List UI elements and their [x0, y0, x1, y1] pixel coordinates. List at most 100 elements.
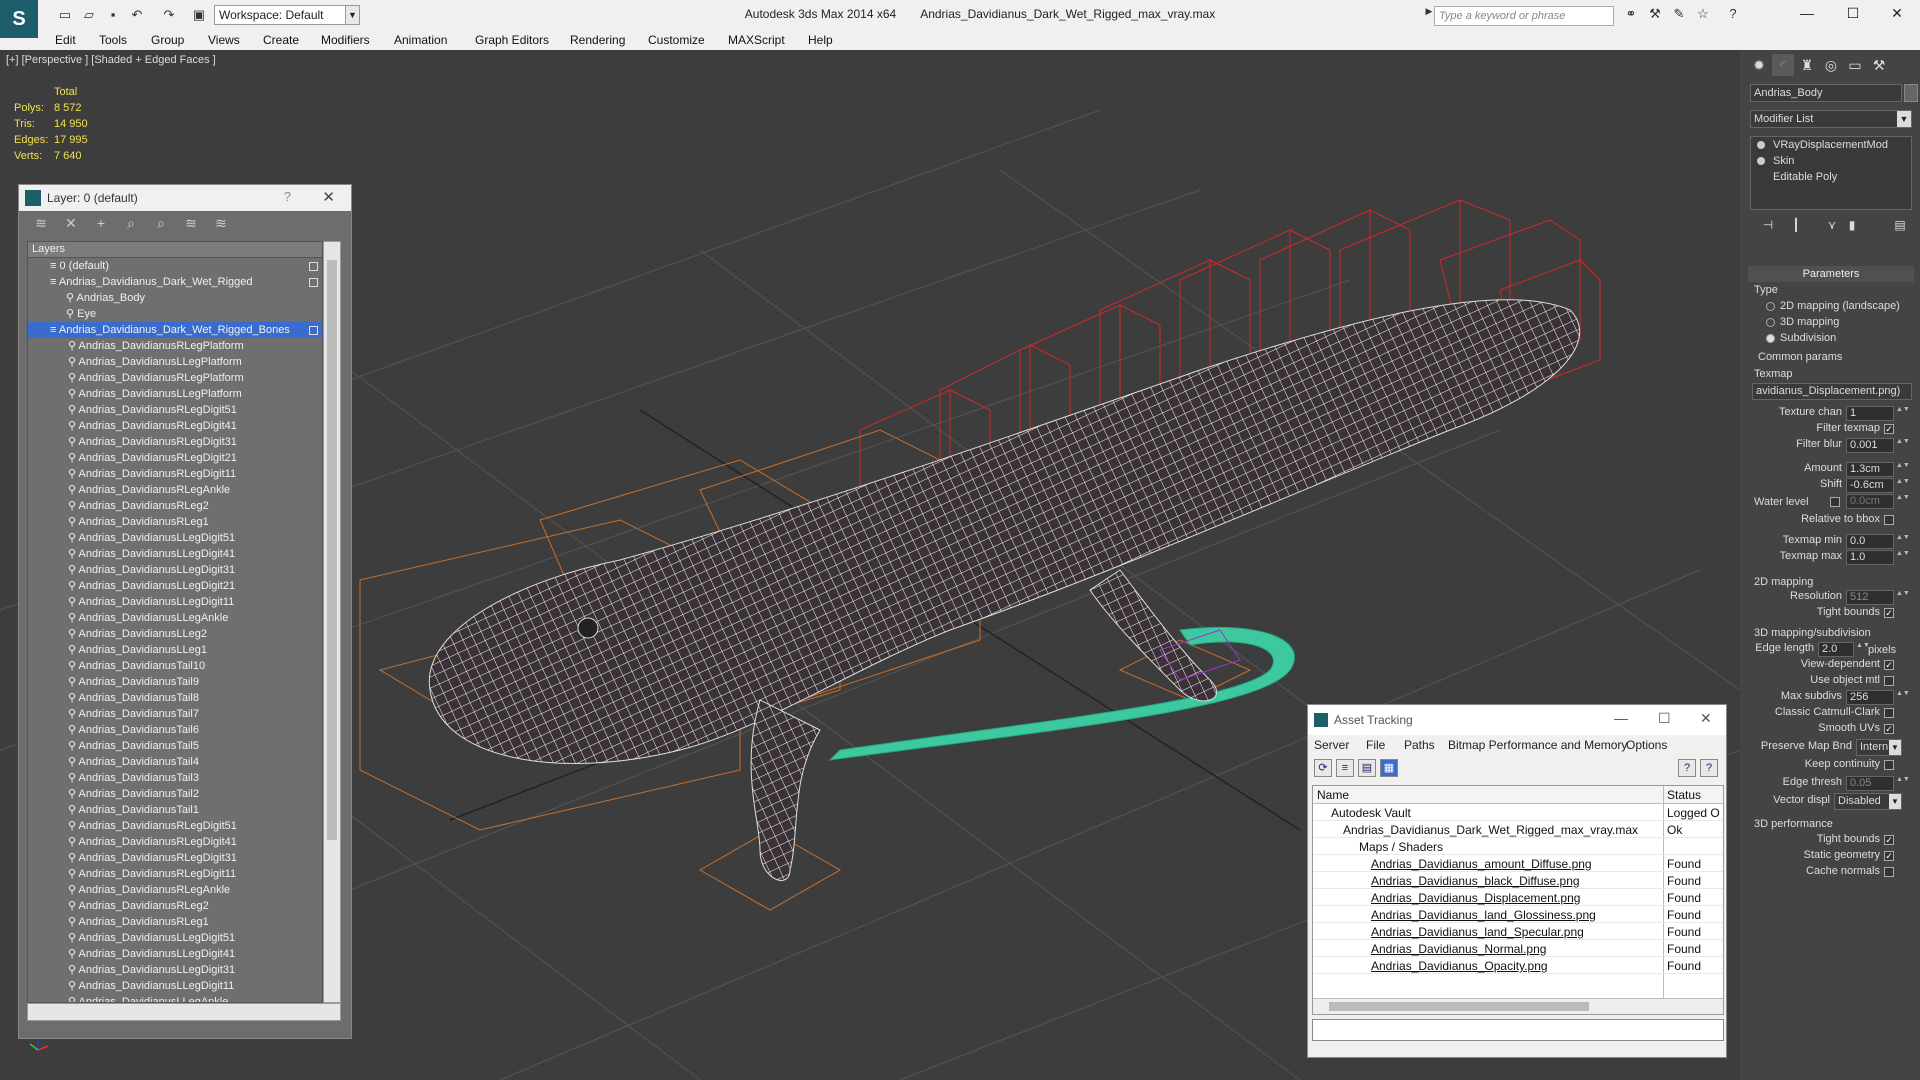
layer-row[interactable]: ⚲ Andrias_DavidianusLLegDigit21: [28, 578, 322, 594]
current-layer-checkbox[interactable]: [309, 326, 318, 335]
maximize-icon[interactable]: ☐: [1658, 710, 1671, 727]
utilities-tab-icon[interactable]: ⚒: [1868, 54, 1890, 76]
help-icon[interactable]: ?: [1724, 6, 1742, 24]
spinner-arrows-icon[interactable]: ▲▼: [1856, 642, 1870, 657]
layer-row[interactable]: ⚲ Andrias_DavidianusLLegDigit41: [28, 546, 322, 562]
asset-row[interactable]: Andrias_Davidianus_black_Diffuse.png Foun…: [1313, 872, 1723, 889]
highlight-layer-icon[interactable]: ⌕: [151, 214, 171, 232]
menu-paths[interactable]: Paths: [1404, 738, 1435, 752]
layer-row[interactable]: ⚲ Andrias_DavidianusLLeg1: [28, 642, 322, 658]
stack-item[interactable]: Editable Poly: [1751, 169, 1911, 185]
menu-modifiers[interactable]: Modifiers: [321, 33, 370, 47]
asset-row[interactable]: Andrias_Davidianus_Displacement.png Found: [1313, 889, 1723, 906]
layer-row[interactable]: ⚲ Andrias_DavidianusRLeg1: [28, 914, 322, 930]
radio-3d-mapping[interactable]: [1766, 318, 1775, 327]
layer-row[interactable]: ⚲ Andrias_DavidianusTail7: [28, 706, 322, 722]
layer-row[interactable]: ⚲ Andrias_DavidianusRLeg1: [28, 514, 322, 530]
use-object-mtl-checkbox[interactable]: [1884, 676, 1894, 686]
layer-row[interactable]: ⚲ Andrias_DavidianusTail9: [28, 674, 322, 690]
layer-row[interactable]: ⚲ Andrias_DavidianusLLegAnkle: [28, 994, 322, 1002]
stack-item[interactable]: VRayDisplacementMod: [1751, 137, 1911, 153]
menu-file[interactable]: File: [1366, 738, 1385, 752]
layer-row[interactable]: ⚲ Andrias_DavidianusRLegDigit31: [28, 850, 322, 866]
asset-horizontal-scrollbar[interactable]: [1313, 998, 1723, 1014]
close-icon[interactable]: ✕: [322, 188, 335, 206]
menu-tools[interactable]: Tools: [99, 33, 127, 47]
layer-row[interactable]: ⚲ Andrias_DavidianusLLegPlatform: [28, 386, 322, 402]
hierarchy-tab-icon[interactable]: ♜: [1796, 54, 1818, 76]
layer-row[interactable]: ⚲ Andrias_DavidianusRLegAnkle: [28, 482, 322, 498]
subscription-icon[interactable]: ⚒: [1646, 6, 1664, 24]
menu-edit[interactable]: Edit: [55, 33, 76, 47]
refresh-icon[interactable]: ⟳: [1314, 759, 1332, 777]
layer-vertical-scrollbar[interactable]: [323, 241, 341, 1003]
static-geometry-checkbox[interactable]: ✓: [1884, 851, 1894, 861]
layer-row[interactable]: ⚲ Andrias_DavidianusLLegDigit11: [28, 978, 322, 994]
layer-row[interactable]: ⚲ Andrias_DavidianusLLegAnkle: [28, 610, 322, 626]
new-layer-icon[interactable]: ≋: [31, 214, 51, 232]
menu-group[interactable]: Group: [151, 33, 184, 47]
layer-row[interactable]: ⚲ Andrias_DavidianusLLegDigit31: [28, 562, 322, 578]
tight-bounds-checkbox[interactable]: ✓: [1884, 608, 1894, 618]
lightbulb-icon[interactable]: [1757, 141, 1765, 149]
layer-row[interactable]: ⚲ Andrias_DavidianusRLegDigit21: [28, 450, 322, 466]
motion-tab-icon[interactable]: ◎: [1820, 54, 1842, 76]
layer-row[interactable]: ⚲ Andrias_DavidianusLLegDigit41: [28, 946, 322, 962]
keep-continuity-checkbox[interactable]: [1884, 760, 1894, 770]
texmap-min-spinner[interactable]: 0.0: [1846, 534, 1894, 549]
name-column-header[interactable]: Name: [1317, 788, 1349, 802]
create-tab-icon[interactable]: ✹: [1748, 54, 1770, 76]
layer-row[interactable]: ⚲ Andrias_Body: [28, 290, 322, 306]
display-tab-icon[interactable]: ▭: [1844, 54, 1866, 76]
layer-list[interactable]: Layers ≡ 0 (default) ≡ Andrias_Davidianus…: [27, 241, 323, 1003]
layer-row[interactable]: ⚲ Eye: [28, 306, 322, 322]
menu-maxscript[interactable]: MAXScript: [728, 33, 785, 47]
layer-row[interactable]: ⚲ Andrias_DavidianusRLegDigit41: [28, 834, 322, 850]
relative-bbox-checkbox[interactable]: [1884, 515, 1894, 525]
layer-row[interactable]: ⚲ Andrias_DavidianusRLegPlatform: [28, 370, 322, 386]
communication-icon[interactable]: ✎: [1670, 6, 1688, 24]
maximize-button[interactable]: ☐: [1830, 0, 1876, 26]
smooth-uvs-checkbox[interactable]: ✓: [1884, 724, 1894, 734]
pin-stack-icon[interactable]: ⊣: [1758, 218, 1778, 236]
close-button[interactable]: ✕: [1874, 0, 1920, 26]
spinner-arrows-icon[interactable]: ▲▼: [1896, 590, 1910, 605]
layer-row[interactable]: ⚲ Andrias_DavidianusRLegDigit41: [28, 418, 322, 434]
status-column-header[interactable]: Status: [1667, 788, 1701, 802]
freeze-all-icon[interactable]: ≋: [211, 214, 231, 232]
layer-row[interactable]: ⚲ Andrias_DavidianusTail2: [28, 786, 322, 802]
help-icon[interactable]: ?: [284, 189, 291, 204]
menu-rendering[interactable]: Rendering: [570, 33, 625, 47]
layer-row[interactable]: ⚲ Andrias_DavidianusLLeg2: [28, 626, 322, 642]
remove-modifier-icon[interactable]: ▮: [1842, 218, 1862, 236]
spinner-arrows-icon[interactable]: ▲▼: [1896, 534, 1910, 549]
spinner-arrows-icon[interactable]: ▲▼: [1896, 462, 1910, 477]
help-icon[interactable]: ?: [1678, 759, 1696, 777]
menu-customize[interactable]: Customize: [648, 33, 705, 47]
table-view-icon[interactable]: ▦: [1380, 759, 1398, 777]
close-icon[interactable]: ✕: [1700, 710, 1712, 727]
menu-help[interactable]: Help: [808, 33, 833, 47]
layer-row[interactable]: ⚲ Andrias_DavidianusLLegDigit51: [28, 930, 322, 946]
perf-tight-bounds-checkbox[interactable]: ✓: [1884, 835, 1894, 845]
asset-row[interactable]: Andrias_Davidianus_Normal.png Found: [1313, 940, 1723, 957]
layer-panel-header[interactable]: Layer: 0 (default) ? ✕: [19, 185, 351, 211]
menu-graph-editors[interactable]: Graph Editors: [475, 33, 549, 47]
app-logo-icon[interactable]: S: [0, 0, 38, 38]
modifier-list-dropdown[interactable]: Modifier List ▼: [1750, 110, 1912, 128]
layers-column-header[interactable]: Layers: [28, 242, 322, 258]
layer-horizontal-scrollbar[interactable]: [27, 1003, 341, 1021]
layer-row[interactable]: ⚲ Andrias_DavidianusRLegDigit31: [28, 434, 322, 450]
layer-row[interactable]: ⚲ Andrias_DavidianusLLegDigit51: [28, 530, 322, 546]
minimize-button[interactable]: —: [1784, 0, 1830, 26]
water-level-spinner[interactable]: 0.0cm: [1846, 494, 1894, 509]
spinner-arrows-icon[interactable]: ▲▼: [1896, 550, 1910, 565]
spinner-arrows-icon[interactable]: ▲▼: [1896, 776, 1910, 791]
layer-row[interactable]: ⚲ Andrias_DavidianusRLegAnkle: [28, 882, 322, 898]
layer-row[interactable]: ≡ 0 (default): [28, 258, 322, 274]
layer-row[interactable]: ⚲ Andrias_DavidianusTail3: [28, 770, 322, 786]
layer-row[interactable]: ⚲ Andrias_DavidianusRLegDigit51: [28, 818, 322, 834]
view-dependent-checkbox[interactable]: ✓: [1884, 660, 1894, 670]
asset-row[interactable]: Andrias_Davidianus_land_Glossiness.png Fo…: [1313, 906, 1723, 923]
layer-row[interactable]: ⚲ Andrias_DavidianusLLegDigit11: [28, 594, 322, 610]
